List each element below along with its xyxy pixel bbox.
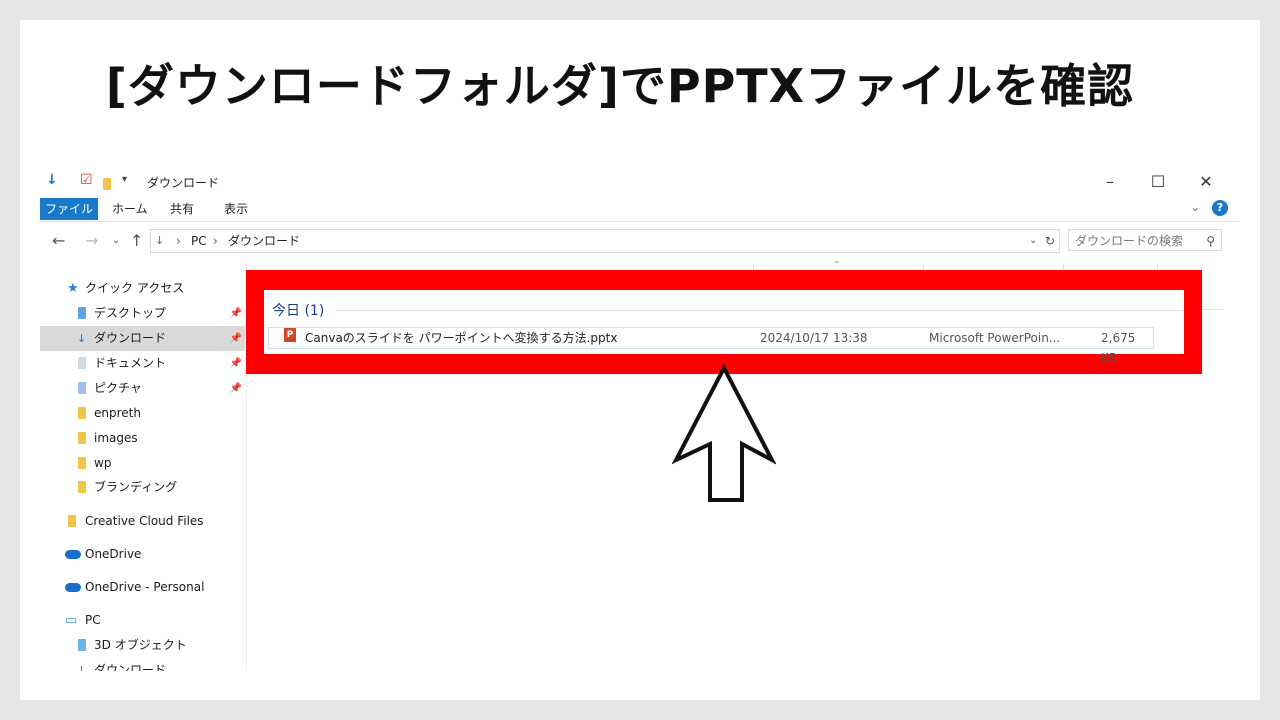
folder-icon [78,475,86,502]
powerpoint-icon: P [284,328,296,342]
forward-arrow-icon[interactable]: → [85,231,98,250]
up-arrow-pointer-icon [672,363,776,502]
ribbon-expand-icon[interactable]: ⌄ [1190,200,1200,214]
sidebar-item-label: wp [94,456,112,470]
sidebar-item-desktop[interactable]: デスクトップ 📌 [40,301,245,326]
help-icon[interactable]: ? [1212,200,1228,216]
sidebar-item-label: PC [85,613,101,627]
pin-icon[interactable]: 📌 [230,326,242,351]
sidebar-item-label: ピクチャ [94,381,142,395]
file-name: Canvaのスライドを パワーポイントへ変換する方法.pptx [305,331,618,345]
breadcrumb-chevron-icon: › [213,234,218,248]
file-type: Microsoft PowerPoin... [929,331,1061,345]
ribbon-tabs: ファイル ホーム 共有 表示 ⌄ ? [40,197,1240,222]
sidebar-item-label: 3D オブジェクト [94,638,187,652]
sidebar-item-onedrive-personal[interactable]: OneDrive - Personal [40,575,245,600]
star-icon: ★ [67,281,79,296]
sidebar-item-label: ドキュメント [94,356,167,370]
recent-locations-icon[interactable]: ⌄ [112,235,120,246]
cloud-icon [65,542,81,568]
pin-icon[interactable]: 📌 [230,301,242,326]
sidebar-item-wp[interactable]: wp [40,451,245,476]
sidebar-item-label: OneDrive [85,547,142,561]
search-icon: ⚲ [1206,234,1215,248]
documents-icon [78,351,86,378]
folder-icon [78,426,86,453]
navigation-pane: ★ クイック アクセス デスクトップ 📌 ↓ ダウンロード 📌 ドキュメント 📌… [40,271,245,671]
pin-icon[interactable]: 📌 [230,376,242,401]
sidebar-item-images[interactable]: images [40,426,245,451]
address-box[interactable]: ↓ › PC › ダウンロード ⌄ ↻ [150,229,1060,253]
sidebar-item-branding[interactable]: ブランディング [40,475,245,500]
minimize-button[interactable]: – [1092,170,1128,194]
sidebar-item-label: Creative Cloud Files [85,514,204,528]
properties-check-icon[interactable]: ☑ [80,172,93,188]
breadcrumb-pc[interactable]: PC [191,230,207,252]
folder-icon[interactable] [103,172,111,194]
sidebar-item-3d-objects[interactable]: 3D オブジェクト [40,633,245,658]
sort-chevron-icon[interactable]: ⌄ [833,256,841,266]
computer-icon: ▭ [65,613,78,628]
tab-file[interactable]: ファイル [40,198,98,220]
sidebar-item-label: デスクトップ [94,306,167,320]
3d-objects-icon [78,633,86,660]
tab-share[interactable]: 共有 [170,198,194,220]
sidebar-item-creative-cloud[interactable]: Creative Cloud Files [40,509,245,534]
group-divider [336,310,1184,311]
breadcrumb-downloads[interactable]: ダウンロード [228,230,300,252]
address-dropdown-icon[interactable]: ⌄ [1029,230,1037,252]
download-folder-icon: ↓ [77,664,87,671]
sidebar-item-pc-downloads[interactable]: ↓ ダウンロード [40,658,245,671]
search-placeholder: ダウンロードの検索 [1075,234,1184,248]
creative-cloud-folder-icon [68,509,76,536]
sidebar-item-enpreth[interactable]: enpreth [40,401,245,426]
search-input[interactable]: ダウンロードの検索 ⚲ [1068,229,1222,251]
download-folder-icon: ↓ [155,234,165,247]
sidebar-item-quick-access[interactable]: ★ クイック アクセス [40,276,245,301]
file-row[interactable]: P Canvaのスライドを パワーポイントへ変換する方法.pptx 2024/1… [268,327,1154,365]
sidebar-item-label: enpreth [94,406,141,420]
cloud-icon [65,575,81,601]
download-folder-icon: ↓ [77,332,87,345]
download-arrow-icon: ↓ [46,172,58,188]
pictures-icon [78,376,86,403]
refresh-icon[interactable]: ↻ [1045,230,1055,252]
window-title: ダウンロード [147,176,220,190]
sidebar-item-label: ダウンロード [94,331,167,345]
tab-view[interactable]: 表示 [224,198,248,220]
sidebar-item-onedrive[interactable]: OneDrive [40,542,245,567]
quick-access-dropdown-icon[interactable]: ▾ [122,172,127,188]
group-header-today[interactable]: 今日 (1) [272,300,324,320]
maximize-button[interactable]: ☐ [1140,170,1176,194]
address-bar-row: ← → ⌄ ↑ ↓ › PC › ダウンロード ⌄ ↻ ダウンロードの検索 ⚲ [40,228,1240,254]
sidebar-item-pc[interactable]: ▭ PC [40,608,245,633]
pin-icon[interactable]: 📌 [230,351,242,376]
title-bar: ↓ ☑ ▾ ダウンロード – ☐ ✕ [40,166,1240,196]
file-date: 2024/10/17 13:38 [760,331,868,345]
sidebar-item-label: クイック アクセス [85,281,185,295]
sidebar-item-pictures[interactable]: ピクチャ 📌 [40,376,245,401]
close-button[interactable]: ✕ [1188,170,1224,194]
tab-home[interactable]: ホーム [112,198,148,220]
ribbon-controls: ⌄ ? [1190,200,1228,216]
back-arrow-icon[interactable]: ← [52,231,65,250]
up-arrow-icon[interactable]: ↑ [130,231,143,250]
desktop-folder-icon [78,301,86,328]
sidebar-item-documents[interactable]: ドキュメント 📌 [40,351,245,376]
sidebar-item-label: OneDrive - Personal [85,580,205,594]
breadcrumb-chevron-icon: › [176,234,181,248]
sidebar-item-label: ダウンロード [94,663,167,671]
slide-title: [ダウンロードフォルダ]でPPTXファイルを確認 [105,59,1135,113]
explorer-window: ↓ ☑ ▾ ダウンロード – ☐ ✕ ファイル ホーム 共有 表示 ⌄ ? ← … [40,166,1240,671]
sidebar-item-downloads[interactable]: ↓ ダウンロード 📌 [40,326,245,351]
folder-icon [78,451,86,478]
folder-icon [78,401,86,428]
group-line-continuation [1202,309,1224,310]
sidebar-item-label: ブランディング [94,480,178,494]
sidebar-item-label: images [94,431,138,445]
file-size: 2,675 KB [1101,331,1136,365]
